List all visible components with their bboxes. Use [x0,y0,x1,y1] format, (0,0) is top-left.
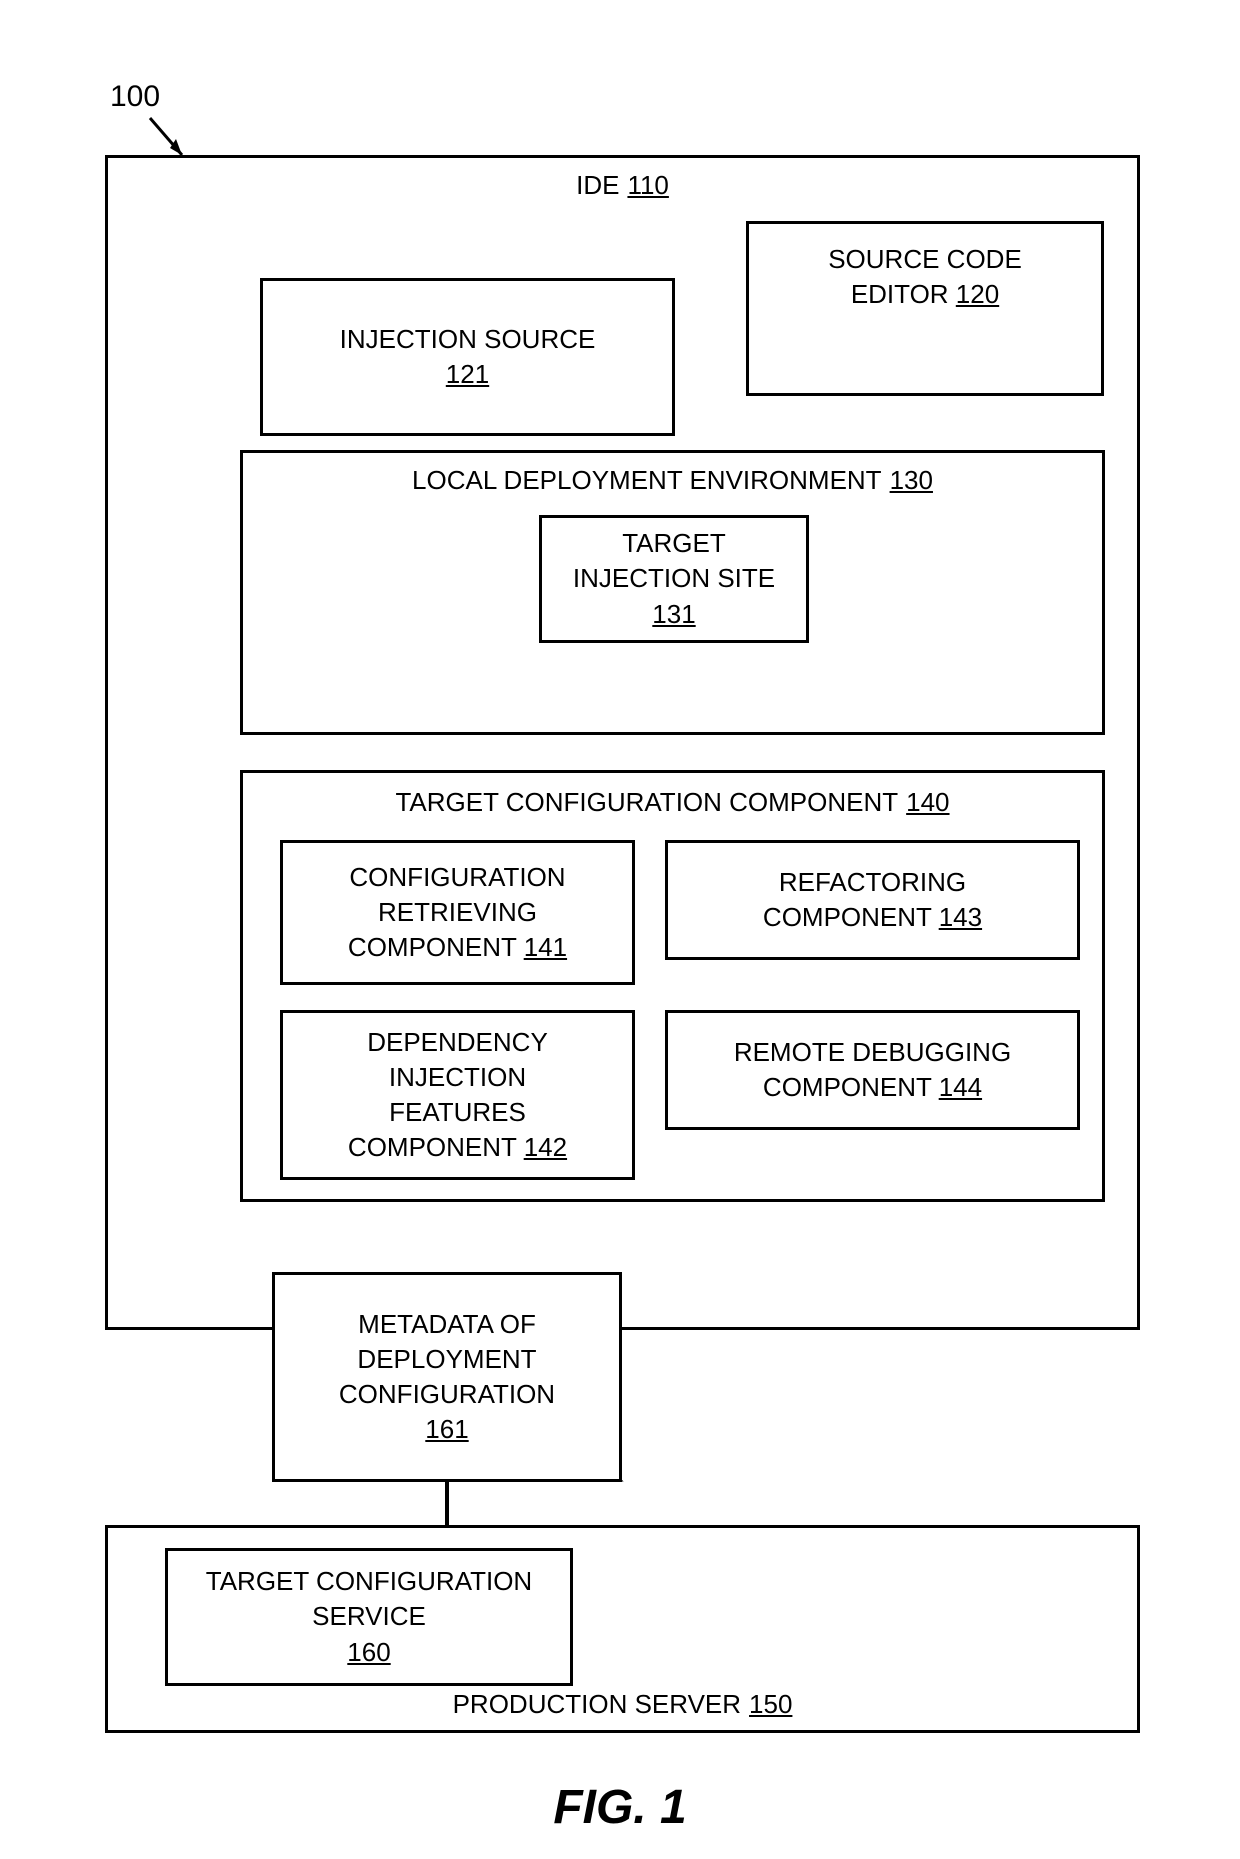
figure-ref-number: 100 [110,80,160,114]
source-code-editor-text2: EDITOR 120 [851,277,999,312]
tcs-ref: 160 [347,1635,390,1670]
di-features-box: DEPENDENCY INJECTION FEATURES COMPONENT … [280,1010,635,1180]
target-injection-site-label1: TARGET [622,526,726,561]
metadata-line3: CONFIGURATION [339,1377,555,1412]
source-code-editor-box-clean: SOURCE CODE EDITOR 120 [746,221,1104,396]
figure-caption: FIG. 1 [0,1780,1240,1835]
refactoring-box: REFACTORING COMPONENT 143 [665,840,1080,960]
injection-source-box: INJECTION SOURCE 121 [260,278,675,436]
ide-label: IDE [576,168,619,203]
remote-debug-box: REMOTE DEBUGGING COMPONENT 144 [665,1010,1080,1130]
ide-ref: 110 [627,168,668,203]
injection-source-ref: 121 [446,357,489,392]
target-config-service-box: TARGET CONFIGURATION SERVICE 160 [165,1548,573,1686]
tcc-ref: 140 [906,785,949,820]
metadata-line2: DEPLOYMENT [357,1342,536,1377]
production-server-ref: 150 [749,1687,792,1722]
source-code-editor-text: SOURCE CODE [828,242,1022,277]
injection-source-label: INJECTION SOURCE [340,322,596,357]
target-injection-site-label2: INJECTION SITE [573,561,775,596]
target-injection-site-ref: 131 [652,597,695,632]
metadata-note: METADATA OF DEPLOYMENT CONFIGURATION 161 [272,1272,622,1482]
tcc-label: TARGET CONFIGURATION COMPONENT [395,785,898,820]
metadata-line1: METADATA OF [358,1307,536,1342]
config-retrieving-box: CONFIGURATION RETRIEVING COMPONENT 141 [280,840,635,985]
production-server-label: PRODUCTION SERVER [453,1687,741,1722]
local-env-ref: 130 [890,463,933,498]
local-env-label: LOCAL DEPLOYMENT ENVIRONMENT [412,463,882,498]
target-injection-site-box: TARGET INJECTION SITE 131 [539,515,809,643]
metadata-ref: 161 [425,1412,468,1447]
